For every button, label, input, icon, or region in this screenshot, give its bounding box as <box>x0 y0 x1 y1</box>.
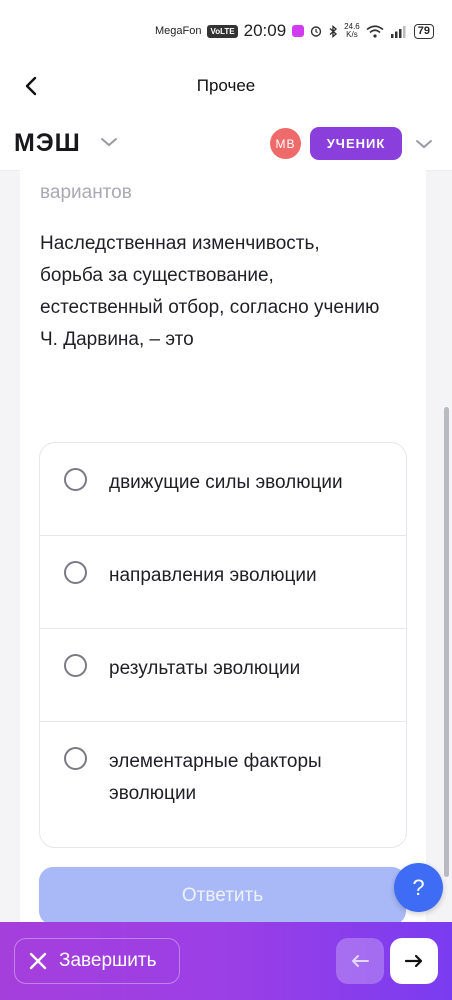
answer-option-label: направления эволюции <box>109 565 317 586</box>
answer-options: движущие силы эволюции направления эволю… <box>39 442 407 848</box>
bluetooth-icon <box>329 24 338 38</box>
page-title: Прочее <box>196 76 256 95</box>
finish-button-label: Завершить <box>59 950 157 971</box>
arrow-right-icon <box>404 954 423 968</box>
scrollbar[interactable] <box>444 407 449 877</box>
previous-question-button[interactable] <box>336 938 384 984</box>
answer-option-label: элементарные факторы эволюции <box>109 751 322 804</box>
help-button[interactable]: ? <box>394 863 443 912</box>
app-logo[interactable]: МЭШ <box>14 129 81 158</box>
status-bar: MegaFon VoLTE 20:09 24.6 K/s 79 <box>0 0 452 60</box>
arrow-left-icon <box>352 955 369 967</box>
close-icon <box>29 952 47 970</box>
submit-answer-button[interactable]: Ответить <box>39 867 406 925</box>
carrier-name: MegaFon <box>154 25 202 37</box>
radio-button[interactable] <box>64 654 87 677</box>
radio-button[interactable] <box>64 468 87 491</box>
question-hint: вариантов <box>40 182 132 203</box>
nav-bar: Прочее <box>0 60 452 112</box>
signal-icon <box>390 25 406 38</box>
radio-button[interactable] <box>64 747 87 770</box>
answer-option[interactable]: результаты эволюции <box>40 629 406 722</box>
battery-indicator: 79 <box>413 23 434 39</box>
answer-option-label: движущие силы эволюции <box>109 472 343 493</box>
answer-option[interactable]: элементарные факторы эволюции <box>40 722 406 846</box>
chevron-down-icon[interactable] <box>100 136 118 148</box>
next-question-button[interactable] <box>390 938 438 984</box>
question-card: вариантов Наследственная изменчивость, б… <box>20 170 426 930</box>
answer-option-label: результаты эволюции <box>109 658 301 679</box>
alarm-icon <box>310 26 322 37</box>
question-text: Наследственная изменчивость, борьба за с… <box>40 233 380 350</box>
bottom-bar: Завершить <box>0 922 452 1000</box>
answer-option[interactable]: движущие силы эволюции <box>40 443 406 536</box>
clock: 20:09 <box>243 21 287 40</box>
answer-option[interactable]: направления эволюции <box>40 536 406 629</box>
wifi-icon <box>366 24 384 38</box>
role-badge[interactable]: УЧЕНИК <box>310 127 402 160</box>
status-icons: MegaFon VoLTE 20:09 24.6 K/s 79 <box>155 20 434 42</box>
chevron-down-icon[interactable] <box>415 138 433 150</box>
finish-button[interactable]: Завершить <box>14 938 180 984</box>
avatar[interactable]: МВ <box>270 128 301 159</box>
app-notification-icon <box>292 25 305 37</box>
volte-badge: VoLTE <box>207 24 238 38</box>
network-speed-unit: K/s <box>346 30 358 39</box>
network-speed: 24.6 K/s <box>344 23 360 39</box>
radio-button[interactable] <box>64 561 87 584</box>
